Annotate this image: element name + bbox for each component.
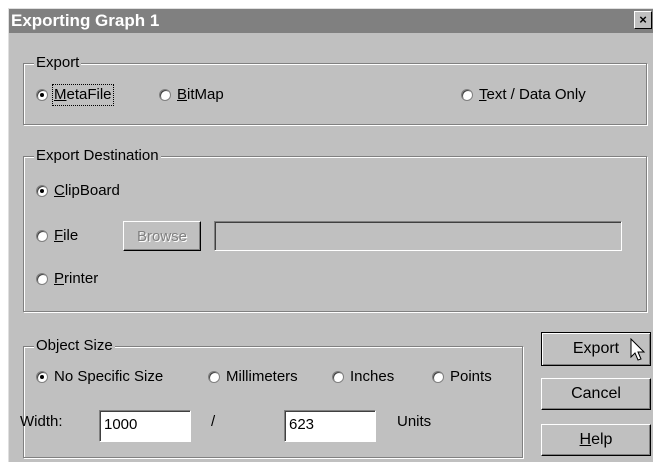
object-size-legend: Object Size bbox=[34, 337, 115, 355]
cancel-button[interactable]: Cancel bbox=[541, 378, 651, 410]
export-group: Export MetaFile BitMap Text / Data Only bbox=[23, 54, 647, 125]
radio-no-specific-size-label: No Specific Size bbox=[54, 368, 164, 385]
radio-indicator bbox=[36, 371, 48, 383]
radio-no-specific-size[interactable]: No Specific Size bbox=[36, 368, 163, 386]
radio-indicator bbox=[332, 371, 344, 383]
radio-points[interactable]: Points bbox=[432, 368, 492, 386]
radio-printer[interactable]: Printer bbox=[36, 270, 98, 288]
close-icon: × bbox=[639, 12, 647, 27]
close-button[interactable]: × bbox=[634, 11, 652, 29]
radio-inches[interactable]: Inches bbox=[332, 368, 394, 386]
radio-points-label: Points bbox=[450, 368, 492, 385]
browse-button-label: Browse bbox=[136, 227, 188, 245]
radio-indicator bbox=[36, 273, 48, 285]
object-size-group: Object Size No Specific Size Millimeters… bbox=[20, 337, 523, 458]
radio-file-label: File bbox=[54, 227, 79, 244]
radio-indicator bbox=[159, 89, 171, 101]
browse-button[interactable]: Browse bbox=[123, 221, 201, 251]
radio-indicator bbox=[461, 89, 473, 101]
export-group-legend: Export bbox=[34, 54, 82, 72]
file-path-input[interactable] bbox=[214, 221, 622, 251]
export-destination-group: Export Destination ClipBoard File Browse… bbox=[23, 147, 647, 312]
radio-indicator bbox=[36, 230, 48, 242]
size-separator: / bbox=[211, 413, 216, 430]
help-button[interactable]: Help bbox=[541, 424, 651, 456]
radio-metafile-label: MetaFile bbox=[52, 84, 114, 106]
radio-bitmap-label: BitMap bbox=[177, 86, 224, 103]
radio-bitmap[interactable]: BitMap bbox=[159, 86, 224, 104]
help-button-label: Help bbox=[579, 431, 613, 448]
units-label: Units bbox=[397, 413, 432, 430]
export-destination-legend: Export Destination bbox=[34, 147, 161, 165]
height-input[interactable]: 623 bbox=[284, 410, 376, 442]
radio-text-data-only[interactable]: Text / Data Only bbox=[461, 86, 586, 104]
radio-inches-label: Inches bbox=[350, 368, 395, 385]
export-dialog: Exporting Graph 1 × Export MetaFile BitM… bbox=[8, 8, 653, 462]
radio-text-data-only-label: Text / Data Only bbox=[479, 86, 586, 103]
radio-printer-label: Printer bbox=[54, 270, 99, 287]
mouse-pointer-icon bbox=[630, 338, 646, 361]
width-label: Width: bbox=[20, 413, 63, 430]
radio-metafile[interactable]: MetaFile bbox=[36, 84, 114, 106]
radio-millimeters[interactable]: Millimeters bbox=[208, 368, 298, 386]
width-input[interactable]: 1000 bbox=[99, 410, 191, 442]
radio-clipboard-label: ClipBoard bbox=[54, 182, 120, 199]
export-button-label: Export bbox=[572, 340, 620, 357]
radio-indicator bbox=[36, 185, 48, 197]
radio-clipboard[interactable]: ClipBoard bbox=[36, 182, 120, 200]
radio-indicator bbox=[36, 89, 48, 101]
radio-indicator bbox=[208, 371, 220, 383]
title-bar: Exporting Graph 1 × bbox=[9, 9, 653, 33]
window-title: Exporting Graph 1 bbox=[11, 11, 160, 30]
cancel-button-label: Cancel bbox=[571, 385, 621, 402]
radio-indicator bbox=[432, 371, 444, 383]
radio-file[interactable]: File bbox=[36, 227, 78, 245]
radio-millimeters-label: Millimeters bbox=[226, 368, 298, 385]
